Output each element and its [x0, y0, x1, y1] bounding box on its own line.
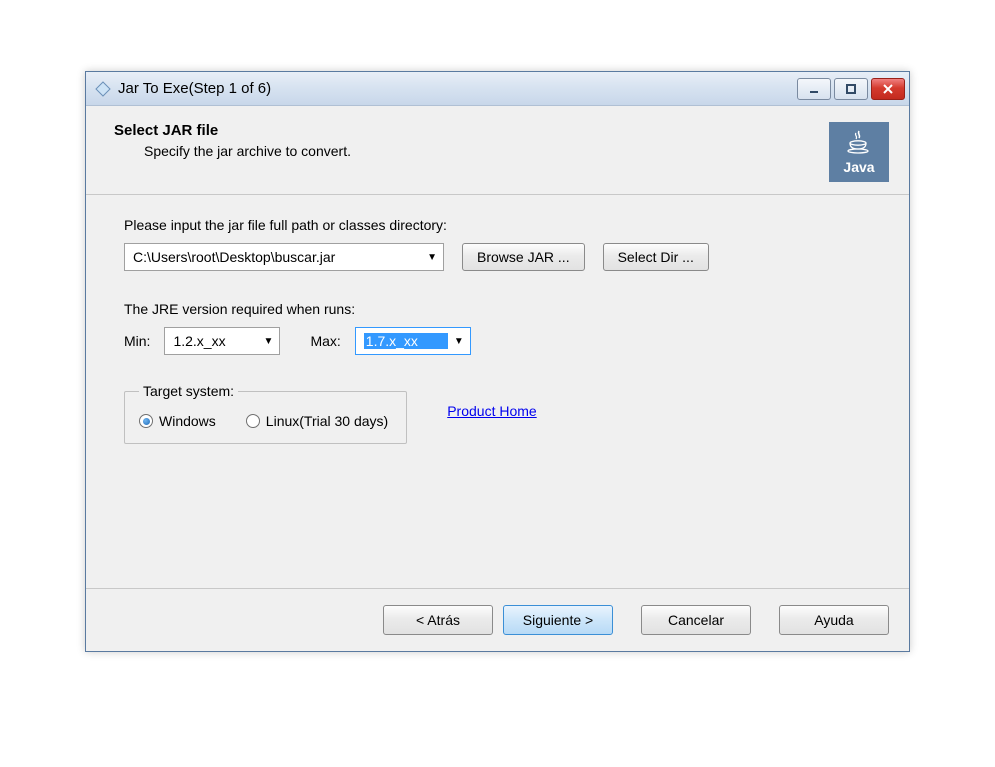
chevron-down-icon: ▼: [427, 252, 437, 263]
min-version-value: 1.2.x_xx: [173, 333, 257, 349]
header-text: Select JAR file Specify the jar archive …: [114, 122, 351, 182]
target-system-group: Target system: Windows Linux(Trial 30 da…: [124, 383, 407, 444]
min-version-combo[interactable]: 1.2.x_xx ▼: [164, 327, 280, 355]
product-home-link[interactable]: Product Home: [447, 403, 536, 419]
page-subtitle: Specify the jar archive to convert.: [144, 143, 351, 159]
path-row: C:\Users\root\Desktop\buscar.jar ▼ Brows…: [124, 243, 871, 271]
path-label: Please input the jar file full path or c…: [124, 217, 871, 233]
wizard-window: Jar To Exe(Step 1 of 6) Select JAR file …: [85, 71, 910, 652]
java-logo: Java: [829, 122, 889, 182]
window-title: Jar To Exe(Step 1 of 6): [118, 80, 797, 97]
jre-row: Min: 1.2.x_xx ▼ Max: 1.7.x_xx ▼: [124, 327, 871, 355]
chevron-down-icon: ▼: [454, 336, 464, 347]
jar-path-value: C:\Users\root\Desktop\buscar.jar: [133, 249, 421, 265]
chevron-down-icon: ▼: [264, 336, 274, 347]
wizard-content: Please input the jar file full path or c…: [86, 195, 909, 588]
wizard-footer: < Atrás Siguiente > Cancelar Ayuda: [86, 588, 909, 651]
radio-linux-label: Linux(Trial 30 days): [266, 413, 388, 429]
radio-linux[interactable]: Linux(Trial 30 days): [246, 413, 388, 429]
next-button[interactable]: Siguiente >: [503, 605, 613, 635]
target-system-legend: Target system:: [139, 383, 238, 399]
cancel-button[interactable]: Cancelar: [641, 605, 751, 635]
help-button[interactable]: Ayuda: [779, 605, 889, 635]
bottom-row: Target system: Windows Linux(Trial 30 da…: [124, 383, 871, 444]
max-version-combo[interactable]: 1.7.x_xx ▼: [355, 327, 471, 355]
maximize-button[interactable]: [834, 78, 868, 100]
radio-icon: [246, 414, 260, 428]
jre-label: The JRE version required when runs:: [124, 301, 871, 317]
min-label: Min:: [124, 333, 150, 349]
max-version-value: 1.7.x_xx: [364, 333, 448, 349]
select-dir-button[interactable]: Select Dir ...: [603, 243, 709, 271]
wizard-header: Select JAR file Specify the jar archive …: [86, 106, 909, 195]
java-logo-text: Java: [843, 159, 874, 175]
back-button[interactable]: < Atrás: [383, 605, 493, 635]
page-title: Select JAR file: [114, 122, 351, 139]
jar-path-combo[interactable]: C:\Users\root\Desktop\buscar.jar ▼: [124, 243, 444, 271]
close-button[interactable]: [871, 78, 905, 100]
radio-icon: [139, 414, 153, 428]
app-icon: [94, 80, 112, 98]
titlebar: Jar To Exe(Step 1 of 6): [86, 72, 909, 106]
radio-windows[interactable]: Windows: [139, 413, 216, 429]
window-controls: [797, 78, 905, 100]
java-cup-icon: [844, 129, 874, 159]
minimize-button[interactable]: [797, 78, 831, 100]
browse-jar-button[interactable]: Browse JAR ...: [462, 243, 585, 271]
radio-windows-label: Windows: [159, 413, 216, 429]
max-label: Max:: [310, 333, 340, 349]
